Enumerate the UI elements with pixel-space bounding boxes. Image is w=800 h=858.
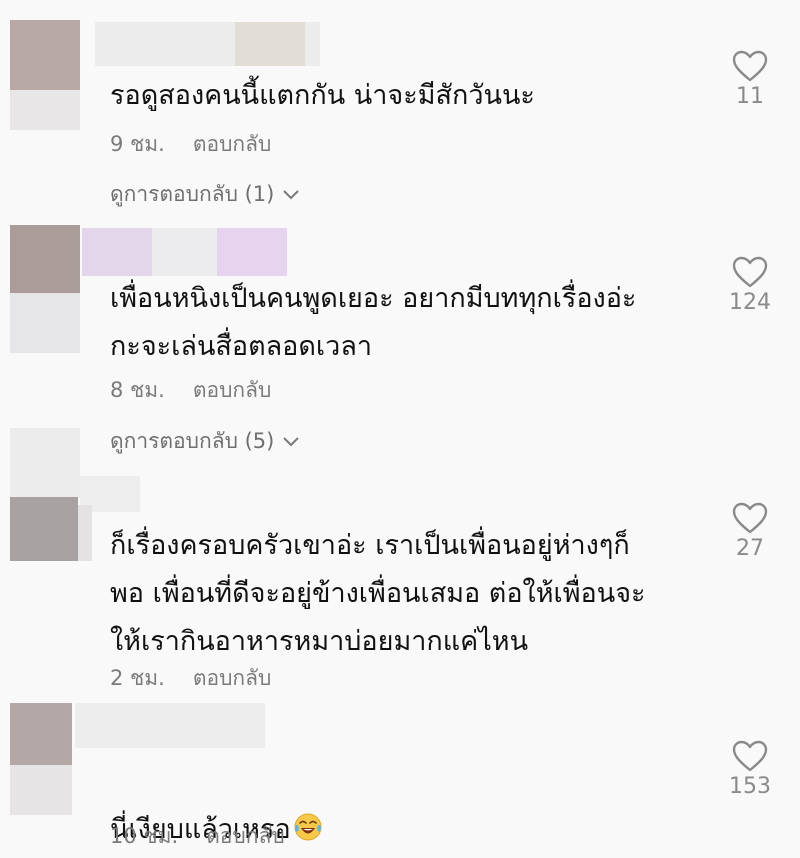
heart-outline-icon (732, 50, 768, 82)
heart-outline-icon (732, 740, 768, 772)
like-button[interactable]: 27 (710, 502, 790, 561)
face-with-tears-of-joy-icon (294, 813, 322, 841)
comment-time: 2 ชม. (110, 666, 165, 690)
comment-meta: 8 ชม. ตอบกลับ (110, 374, 271, 407)
comment-text: ก็เรื่องครอบครัวเขาอ่ะ เราเป็นเพื่อนอยู่… (110, 530, 646, 657)
avatar[interactable] (10, 497, 78, 561)
username-blur (152, 228, 217, 276)
avatar-blur (10, 428, 80, 498)
username-blur[interactable] (75, 703, 265, 748)
like-count: 124 (729, 290, 771, 315)
view-replies-label: ดูการตอบกลับ (1) (110, 182, 275, 206)
comment-time: 8 ชม. (110, 378, 165, 402)
like-count: 153 (729, 774, 771, 799)
reply-button[interactable]: ตอบกลับ (206, 824, 285, 848)
username-blur[interactable] (82, 228, 152, 276)
avatar-blur (78, 505, 92, 561)
comment-text: เพื่อนหนิงเป็นคนพูดเยอะ อยากมีบททุกเรื่อ… (110, 283, 637, 362)
comment-time: 10 ชม. (110, 824, 179, 848)
avatar[interactable] (10, 703, 72, 765)
reply-button[interactable]: ตอบกลับ (193, 132, 272, 156)
view-replies-button[interactable]: ดูการตอบกลับ (1) (110, 178, 300, 211)
like-count: 27 (736, 536, 764, 561)
avatar-blur (10, 765, 72, 815)
chevron-down-icon (283, 436, 300, 446)
username-blur-accent (217, 228, 287, 276)
comment-time: 9 ชม. (110, 132, 165, 156)
comment-meta: 9 ชม. ตอบกลับ (110, 128, 271, 161)
comment-text: รอดูสองคนนี้แตกกัน น่าจะมีสักวันนะ (110, 80, 535, 111)
like-button[interactable]: 11 (710, 50, 790, 109)
username-blur-accent (235, 22, 305, 66)
comment-meta: 10 ชม. ตอบกลับ (110, 820, 285, 853)
avatar[interactable] (10, 20, 80, 90)
view-replies-label: ดูการตอบกลับ (5) (110, 429, 275, 453)
chevron-down-icon (283, 189, 300, 199)
view-replies-button[interactable]: ดูการตอบกลับ (5) (110, 425, 300, 458)
like-button[interactable]: 124 (710, 256, 790, 315)
avatar[interactable] (10, 225, 80, 293)
like-count: 11 (736, 84, 764, 109)
avatar-blur (10, 293, 80, 353)
heart-outline-icon (732, 256, 768, 288)
reply-button[interactable]: ตอบกลับ (193, 378, 272, 402)
avatar-blur (10, 90, 80, 130)
like-button[interactable]: 153 (710, 740, 790, 799)
heart-outline-icon (732, 502, 768, 534)
comment-meta: 2 ชม. ตอบกลับ (110, 662, 271, 695)
reply-button[interactable]: ตอบกลับ (193, 666, 272, 690)
